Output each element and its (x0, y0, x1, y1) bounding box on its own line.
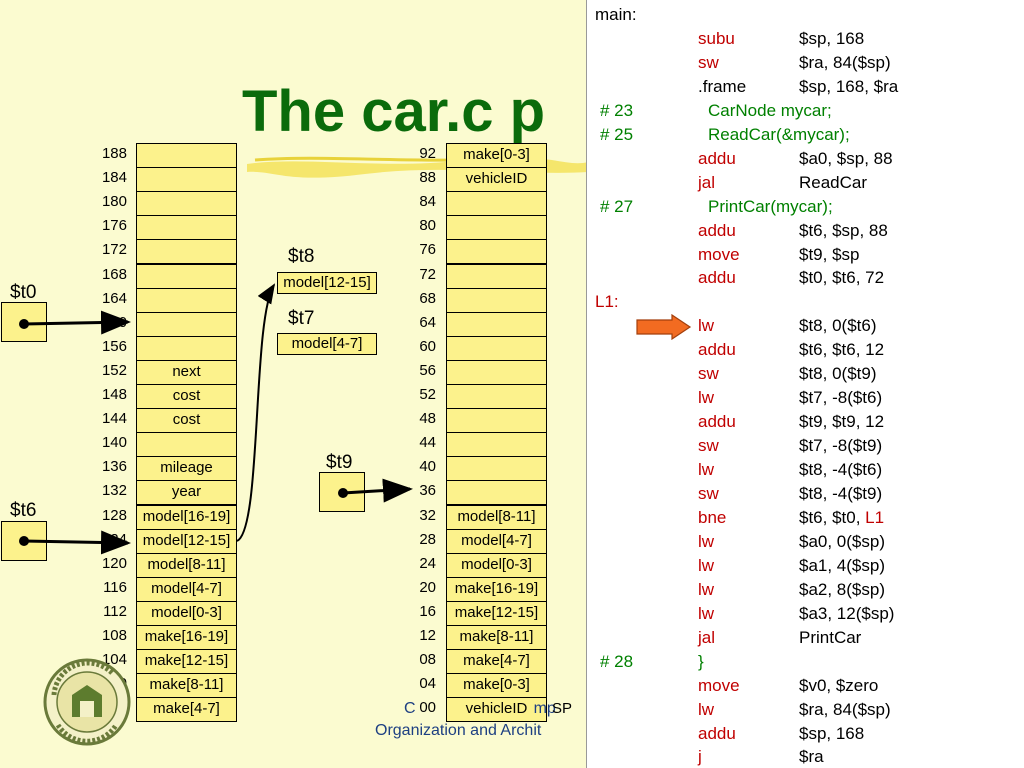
t9-pointer-arrow (342, 478, 413, 503)
code-operands: $a0, 0($sp) (799, 531, 885, 551)
code-opcode: lw (698, 579, 715, 599)
sp-label: SP (552, 700, 573, 717)
code-operands: $sp, 168 (799, 28, 865, 48)
code-operands: $t9, $sp (799, 244, 860, 264)
code-operands: $t0, $t6, 72 (799, 268, 885, 288)
code-opcode: jal (698, 172, 716, 192)
code-operands: $t6, $sp, 88 (799, 220, 888, 240)
code-source-comment: ReadCar(&mycar); (708, 124, 850, 144)
code-operands: $v0, $zero (799, 675, 879, 695)
code-opcode: addu (698, 268, 736, 288)
code-operands: $a2, 8($sp) (799, 579, 885, 599)
code-operands: $sp, 168 (799, 723, 865, 743)
code-opcode: j (698, 747, 702, 767)
code-loop-label: L1: (595, 292, 619, 312)
code-opcode: move (698, 244, 740, 264)
code-opcode: lw (698, 388, 715, 408)
code-opcode: bne (698, 507, 727, 527)
code-directive: .frame (698, 76, 747, 96)
code-operands: $t9, $t9, 12 (799, 412, 885, 432)
code-operands: $t6, $t0, L1 (799, 507, 885, 527)
current-instruction-arrow-icon (636, 314, 692, 340)
model-to-t8-arrow (236, 283, 276, 542)
code-operands: $t6, $t6, 12 (799, 340, 885, 360)
code-operands: PrintCar (799, 627, 862, 647)
code-operands: ReadCar (799, 172, 868, 192)
code-operands: $t7, -8($t6) (799, 388, 883, 408)
code-label: main: (595, 5, 637, 24)
code-operands: $a0, $sp, 88 (799, 148, 893, 168)
code-opcode: lw (698, 316, 715, 336)
code-line-comment: # 27 (600, 196, 634, 216)
code-source-comment: } (698, 651, 704, 671)
code-operands: $t7, -8($t9) (799, 436, 883, 456)
code-opcode: lw (698, 699, 715, 719)
code-source-comment: CarNode mycar; (708, 100, 832, 120)
footer-line1: Cmp (404, 700, 556, 717)
t6-pointer-arrow (23, 530, 131, 555)
code-operands: $sp, 168, $ra (799, 76, 899, 96)
code-source-comment: PrintCar(mycar); (708, 196, 833, 216)
code-opcode: lw (698, 531, 715, 551)
code-opcode: lw (698, 603, 715, 623)
code-opcode: lw (698, 555, 715, 575)
code-opcode: addu (698, 723, 736, 743)
code-operands: $ra, 84($sp) (799, 699, 891, 719)
university-logo (43, 658, 131, 746)
code-branch-target: L1 (865, 507, 885, 527)
code-operands: $t8, 0($t6) (799, 316, 877, 336)
code-opcode: sw (698, 364, 719, 384)
code-operands: $t8, 0($t9) (799, 364, 877, 384)
assembly-code-panel: main: subu $sp, 168 sw $ra, 84($sp) .frame $sp… (586, 0, 1024, 768)
code-line-comment: # 28 (600, 651, 634, 671)
code-line-comment: # 25 (600, 124, 634, 144)
code-opcode: move (698, 675, 740, 695)
footer-line2: Organization and Archit (375, 722, 542, 739)
code-operands: $t8, -4($t9) (799, 484, 883, 503)
code-opcode: addu (698, 412, 736, 432)
t0-pointer-arrow (23, 310, 131, 335)
code-operands: $ra, 84($sp) (799, 52, 891, 72)
code-opcode: lw (698, 460, 715, 480)
code-operands: $a3, 12($sp) (799, 603, 895, 623)
code-operands: $ra (799, 747, 824, 767)
code-opcode: subu (698, 28, 735, 48)
code-opcode: sw (698, 436, 719, 456)
code-opcode: addu (698, 340, 736, 360)
code-opcode: addu (698, 148, 736, 168)
code-opcode: jal (698, 627, 716, 647)
pointer-arrows (19, 283, 413, 555)
code-opcode: sw (698, 52, 719, 72)
code-operands: $a1, 4($sp) (799, 555, 885, 575)
code-opcode: addu (698, 220, 736, 240)
code-operands: $t8, -4($t6) (799, 460, 883, 480)
code-line-comment: # 23 (600, 100, 634, 120)
code-opcode: sw (698, 484, 719, 503)
